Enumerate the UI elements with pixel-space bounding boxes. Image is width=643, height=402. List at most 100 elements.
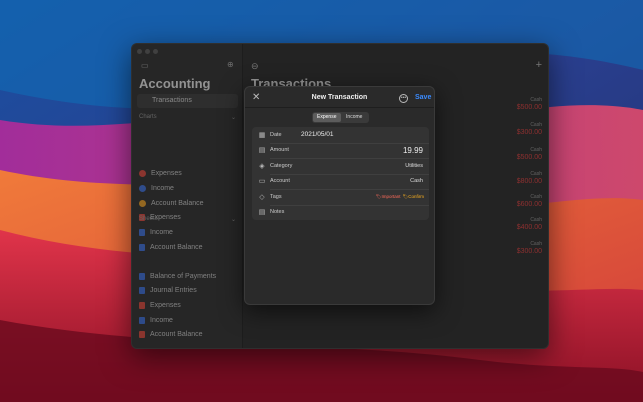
tag-icon: ◇	[259, 193, 265, 201]
account-row[interactable]: ▭ Account Cash	[252, 174, 429, 190]
tag-important[interactable]: 🏷Important	[376, 194, 401, 200]
tags-list[interactable]: 🏷Important 🏷Confirm	[376, 194, 424, 200]
account-label: Cash	[530, 122, 542, 128]
sidebar-item-expenses-sheet[interactable]: Expenses	[139, 299, 181, 311]
calendar-icon: ▦	[258, 131, 266, 139]
sidebar-item-expenses-chart[interactable]: Expenses	[139, 167, 182, 179]
transaction-row[interactable]: Cash $300.00	[482, 241, 542, 255]
account-label: Cash	[530, 194, 542, 200]
date-value[interactable]: 2021/05/01	[301, 131, 334, 138]
money-icon: ▤	[258, 147, 266, 155]
date-row[interactable]: ▦ Date 2021/05/01	[252, 127, 429, 143]
notes-row[interactable]: ▤ Notes	[252, 205, 429, 221]
zoom-window-button[interactable]	[153, 49, 158, 54]
sidebar-item-label: Income	[150, 316, 173, 324]
category-row[interactable]: ◈ Category Utilities	[252, 158, 429, 174]
sidebar-item-label: Transactions	[152, 97, 192, 104]
sidebar-item-income-sheet[interactable]: Income	[139, 314, 173, 326]
amount-value: $800.00	[516, 178, 542, 185]
transaction-row[interactable]: Cash $300.00	[482, 122, 542, 136]
type-segmented-control[interactable]: Expense Income	[312, 112, 369, 123]
amount-value: $600.00	[516, 201, 542, 208]
sidebar-item-balance-of-payments[interactable]: Balance of Payments	[139, 270, 216, 282]
sidebar-item-label: Expenses	[150, 301, 181, 309]
chevron-down-icon[interactable]: ⌄	[231, 114, 236, 121]
amount-label: Amount	[270, 147, 289, 154]
tag-confirm[interactable]: 🏷Confirm	[403, 194, 424, 200]
section-title-charts: Charts	[139, 114, 157, 120]
date-label: Date	[270, 131, 282, 138]
bar-icon	[139, 243, 145, 251]
add-icon[interactable]: +	[536, 59, 542, 71]
account-label: Account	[270, 178, 290, 185]
category-label: Category	[270, 162, 293, 169]
more-options-icon[interactable]: •••	[399, 94, 408, 103]
sheet-icon	[139, 330, 145, 338]
amount-input[interactable]: 19.99	[403, 146, 423, 155]
sidebar-item-account-balance-bar[interactable]: Account Balance	[139, 241, 203, 253]
window-controls[interactable]	[137, 49, 158, 54]
sidebar-item-income-bar[interactable]: Income	[139, 226, 173, 238]
sidebar-item-label: Expenses	[151, 169, 182, 177]
sheet-icon	[139, 286, 145, 294]
notes-label: Notes	[270, 209, 285, 216]
sidebar-item-label: Income	[151, 184, 174, 192]
transaction-form: ▦ Date 2021/05/01 ▤ Amount 19.99 ◈ Categ…	[252, 127, 429, 220]
wallet-icon: ▭	[258, 178, 266, 186]
sidebar-item-label: Account Balance	[150, 330, 203, 338]
amount-value: $300.00	[516, 248, 542, 255]
sidebar-item-label: Account Balance	[151, 199, 204, 207]
account-label: Cash	[530, 241, 542, 247]
sheet-icon	[139, 272, 145, 280]
sidebar: ▭ ⊕ Accounting Transactions Charts ⌄ Exp…	[132, 44, 243, 348]
category-icon: ◈	[259, 162, 265, 170]
amount-value: $400.00	[516, 224, 542, 231]
bar-icon	[139, 228, 145, 236]
account-label: Cash	[530, 217, 542, 223]
amount-value: $500.00	[516, 154, 542, 161]
chevron-down-icon[interactable]: ⌄	[231, 216, 236, 223]
amount-row[interactable]: ▤ Amount 19.99	[252, 143, 429, 159]
account-label: Cash	[530, 171, 542, 177]
sidebar-item-label: Account Balance	[150, 243, 203, 251]
account-label: Cash	[530, 147, 542, 153]
sidebar-toggle-icon[interactable]: ▭	[141, 61, 149, 70]
pie-icon	[139, 169, 146, 177]
sidebar-item-account-balance-sheet[interactable]: Account Balance	[139, 328, 203, 340]
segment-expense[interactable]: Expense	[313, 113, 341, 122]
minimize-window-button[interactable]	[145, 49, 150, 54]
notes-icon: ▤	[258, 209, 266, 217]
account-value[interactable]: Cash	[410, 178, 423, 184]
transaction-row[interactable]: Cash $500.00	[482, 97, 542, 111]
pie-icon	[139, 199, 146, 207]
section-title-sheets: Sheets	[139, 216, 158, 222]
filter-icon[interactable]: ⊖	[251, 61, 259, 72]
tags-label: Tags	[270, 193, 282, 200]
save-button[interactable]: Save	[415, 94, 431, 101]
add-circle-icon[interactable]: ⊕	[227, 60, 234, 69]
new-transaction-dialog: ✕ New Transaction ••• Save Expense Incom…	[244, 86, 435, 305]
sidebar-item-journal-entries[interactable]: Journal Entries	[139, 284, 197, 296]
tags-row[interactable]: ◇ Tags 🏷Important 🏷Confirm	[252, 189, 429, 205]
amount-value: $500.00	[516, 104, 542, 111]
amount-value: $300.00	[516, 129, 542, 136]
transaction-row[interactable]: Cash $800.00	[482, 171, 542, 185]
divider	[245, 107, 434, 108]
sidebar-item-account-balance-chart[interactable]: Account Balance	[139, 197, 204, 209]
category-value[interactable]: Utilities	[405, 163, 423, 169]
transaction-row[interactable]: Cash $600.00	[482, 194, 542, 208]
sheet-icon	[139, 316, 145, 324]
sidebar-item-income-chart[interactable]: Income	[139, 182, 174, 194]
app-title: Accounting	[139, 76, 211, 91]
sidebar-item-label: Balance of Payments	[150, 272, 217, 280]
sidebar-item-label: Journal Entries	[150, 286, 197, 294]
segment-income[interactable]: Income	[341, 113, 369, 122]
close-window-button[interactable]	[137, 49, 142, 54]
sidebar-item-label: Income	[150, 228, 173, 236]
transaction-row[interactable]: Cash $400.00	[482, 217, 542, 231]
transaction-row[interactable]: Cash $500.00	[482, 147, 542, 161]
sidebar-item-transactions[interactable]: Transactions	[137, 94, 238, 108]
pie-icon	[139, 184, 146, 192]
sheet-icon	[139, 301, 145, 309]
account-label: Cash	[530, 97, 542, 103]
